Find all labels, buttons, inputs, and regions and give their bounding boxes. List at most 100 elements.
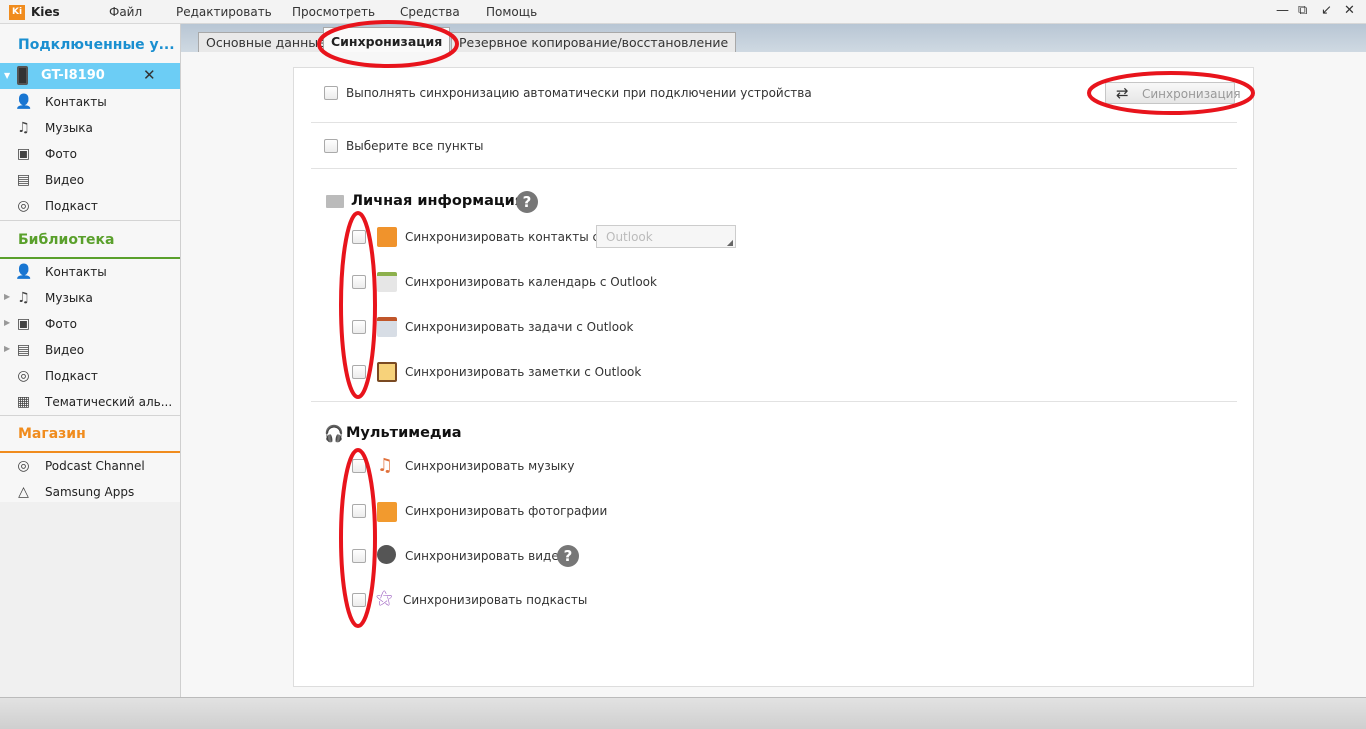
podcast-icon: ◎ bbox=[17, 368, 30, 384]
sidebar-library-story-album[interactable]: ▦ Тематический аль... bbox=[0, 389, 180, 415]
disconnect-device-icon[interactable]: ✕ bbox=[143, 66, 156, 84]
select-all-checkbox[interactable] bbox=[324, 139, 338, 153]
help-icon[interactable]: ? bbox=[516, 191, 538, 213]
sync-music-label: Синхронизировать музыку bbox=[405, 459, 575, 473]
podcast-icon: ⚝ bbox=[376, 588, 393, 608]
tab-basic-info[interactable]: Основные данные bbox=[198, 32, 334, 52]
expand-arrow-icon[interactable]: ▶ bbox=[4, 344, 10, 353]
expand-arrow-icon[interactable]: ▶ bbox=[4, 318, 10, 327]
sidebar-device-music[interactable]: ♫ Музыка bbox=[0, 115, 180, 141]
contact-card-icon bbox=[326, 195, 344, 208]
podcast-icon: ◎ bbox=[17, 458, 30, 474]
music-icon: ♫ bbox=[17, 290, 30, 306]
multimedia-heading: Мультимедиа bbox=[346, 425, 462, 441]
sync-music-checkbox[interactable] bbox=[352, 459, 366, 473]
sync-notes-label: Синхронизировать заметки с Outlook bbox=[405, 365, 642, 379]
menu-help[interactable]: Помощь bbox=[486, 5, 537, 19]
sidebar-device-photo[interactable]: ▣ Фото bbox=[0, 141, 180, 167]
close-button[interactable]: ✕ bbox=[1344, 3, 1355, 18]
sync-tasks-checkbox[interactable] bbox=[352, 320, 366, 334]
sync-calendar-checkbox[interactable] bbox=[352, 275, 366, 289]
status-bar bbox=[0, 697, 1366, 729]
sync-icon: ⇄ bbox=[1116, 84, 1129, 102]
sync-button[interactable]: ⇄ Синхронизация bbox=[1105, 82, 1241, 104]
sync-button-label: Синхронизация bbox=[1142, 87, 1241, 101]
expand-arrow-icon[interactable]: ▶ bbox=[4, 292, 10, 301]
divider bbox=[311, 122, 1237, 123]
sidebar-library-podcast[interactable]: ◎ Подкаст bbox=[0, 363, 180, 389]
notes-icon bbox=[377, 362, 397, 382]
sidebar-device-video[interactable]: ▤ Видео bbox=[0, 167, 180, 193]
contacts-icon: 👤 bbox=[15, 264, 33, 280]
sidebar-store-samsung-apps[interactable]: △ Samsung Apps bbox=[0, 479, 180, 505]
apps-icon: △ bbox=[18, 484, 29, 500]
sidebar-store-podcast-channel[interactable]: ◎ Podcast Channel bbox=[0, 453, 180, 479]
sync-video-checkbox[interactable] bbox=[352, 549, 366, 563]
title-bar: Ki Kies Файл Редактировать Просмотреть С… bbox=[0, 0, 1366, 24]
sync-photos-checkbox[interactable] bbox=[352, 504, 366, 518]
sync-podcasts-label: Синхронизировать подкасты bbox=[403, 593, 588, 607]
sync-photos-label: Синхронизировать фотографии bbox=[405, 504, 608, 518]
store-heading: Магазин bbox=[18, 426, 86, 442]
tab-bar: Основные данные Синхронизация Резервное … bbox=[181, 24, 1366, 53]
phone-icon bbox=[17, 66, 28, 85]
divider bbox=[0, 220, 180, 221]
sync-podcasts-checkbox[interactable] bbox=[352, 593, 366, 607]
tab-sync[interactable]: Синхронизация bbox=[323, 27, 451, 53]
app-name: Kies bbox=[31, 5, 60, 19]
menu-view[interactable]: Просмотреть bbox=[292, 5, 375, 19]
contacts-app-icon bbox=[377, 227, 397, 247]
sidebar-library-photo[interactable]: ▶ ▣ Фото bbox=[0, 311, 180, 337]
dropdown-value: Outlook bbox=[606, 230, 653, 244]
divider bbox=[311, 401, 1237, 402]
sync-video-label: Синхронизировать видео bbox=[405, 549, 567, 563]
sidebar-library-video[interactable]: ▶ ▤ Видео bbox=[0, 337, 180, 363]
sidebar-library-contacts[interactable]: 👤 Контакты bbox=[0, 259, 180, 285]
sync-tasks-label: Синхронизировать задачи с Outlook bbox=[405, 320, 634, 334]
sync-calendar-label: Синхронизировать календарь с Outlook bbox=[405, 275, 657, 289]
sync-contacts-checkbox[interactable] bbox=[352, 230, 366, 244]
film-reel-icon bbox=[377, 545, 396, 564]
contacts-icon: 👤 bbox=[15, 94, 33, 110]
podcast-icon: ◎ bbox=[17, 198, 30, 214]
dropdown-arrow-icon: ◢ bbox=[726, 238, 733, 247]
music-icon: ♫ bbox=[17, 120, 30, 136]
music-note-icon: ♫ bbox=[377, 455, 394, 476]
divider bbox=[311, 168, 1237, 169]
auto-sync-label: Выполнять синхронизацию автоматически пр… bbox=[346, 86, 812, 100]
help-icon[interactable]: ? bbox=[557, 545, 579, 567]
personal-info-heading: Личная информация bbox=[351, 193, 525, 209]
select-all-label: Выберите все пункты bbox=[346, 139, 484, 153]
sidebar-device-podcast[interactable]: ◎ Подкаст bbox=[0, 193, 180, 219]
menu-file[interactable]: Файл bbox=[109, 5, 142, 19]
photo-icon: ▣ bbox=[16, 146, 31, 162]
expand-arrow-icon[interactable]: ▼ bbox=[4, 71, 10, 80]
tab-backup-restore[interactable]: Резервное копирование/восстановление bbox=[451, 32, 737, 52]
minimize-button[interactable]: — bbox=[1276, 3, 1289, 18]
calendar-icon bbox=[377, 272, 397, 292]
headphones-icon: 🎧 bbox=[324, 424, 344, 443]
video-icon: ▤ bbox=[16, 342, 31, 358]
menu-edit[interactable]: Редактировать bbox=[176, 5, 272, 19]
auto-sync-checkbox[interactable] bbox=[324, 86, 338, 100]
sidebar-library-music[interactable]: ▶ ♫ Музыка bbox=[0, 285, 180, 311]
contacts-target-dropdown[interactable]: Outlook ◢ bbox=[596, 225, 736, 248]
divider bbox=[0, 415, 180, 416]
photos-icon bbox=[377, 502, 397, 522]
menu-tools[interactable]: Средства bbox=[400, 5, 460, 19]
album-icon: ▦ bbox=[16, 394, 31, 410]
photo-icon: ▣ bbox=[16, 316, 31, 332]
connected-devices-heading: Подключенные у... bbox=[18, 37, 175, 53]
sidebar: Подключенные у... ▼ GT-I8190 ✕ 👤 Контакты… bbox=[0, 24, 181, 697]
sync-contacts-label: Синхронизировать контакты с bbox=[405, 230, 600, 244]
restore-button[interactable]: ⧉ bbox=[1298, 3, 1307, 18]
tasks-icon bbox=[377, 317, 397, 337]
library-heading: Библиотека bbox=[18, 232, 115, 248]
device-row[interactable]: ▼ GT-I8190 ✕ bbox=[0, 63, 180, 89]
compact-mode-button[interactable]: ↙ bbox=[1321, 3, 1332, 18]
sidebar-device-contacts[interactable]: 👤 Контакты bbox=[0, 89, 180, 115]
sync-notes-checkbox[interactable] bbox=[352, 365, 366, 379]
video-icon: ▤ bbox=[16, 172, 31, 188]
kies-logo: Ki bbox=[9, 5, 25, 20]
device-name: GT-I8190 bbox=[41, 68, 105, 83]
